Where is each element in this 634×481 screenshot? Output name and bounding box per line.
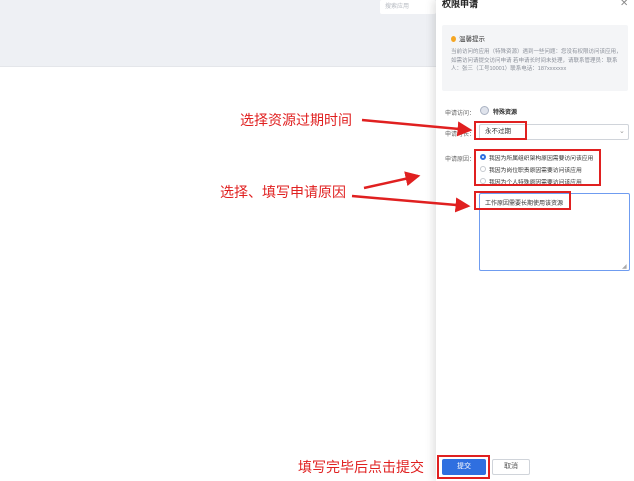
arrow-to-reasons <box>363 171 421 190</box>
arrow-to-duration <box>361 118 473 137</box>
annotation-arrows <box>351 118 473 213</box>
arrow-to-reason-text <box>351 194 471 213</box>
